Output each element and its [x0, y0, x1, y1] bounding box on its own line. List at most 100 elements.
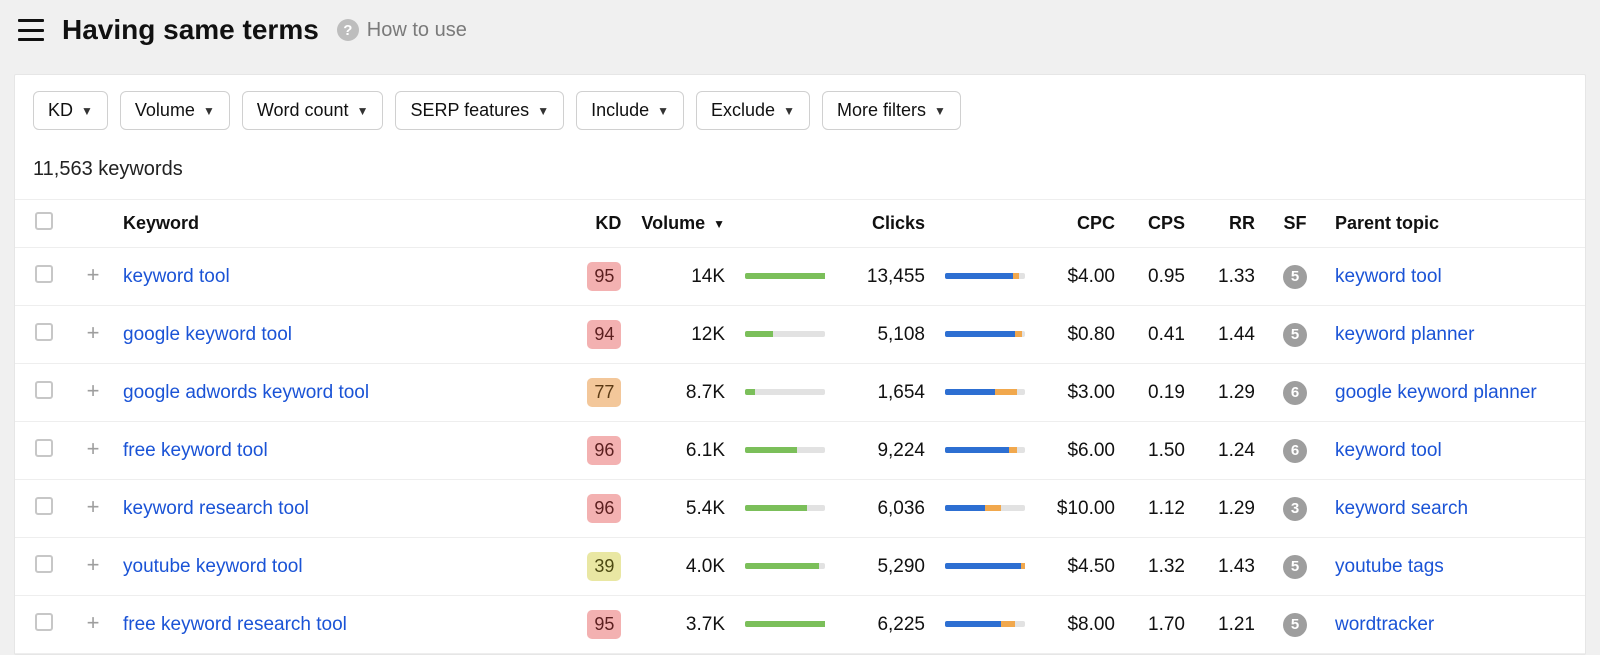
keyword-link[interactable]: youtube keyword tool — [123, 556, 303, 577]
clicks-value: 6,036 — [835, 480, 935, 538]
filter-label: KD — [48, 100, 73, 121]
kd-badge: 96 — [587, 436, 621, 465]
col-cps[interactable]: CPS — [1125, 200, 1195, 248]
row-checkbox[interactable] — [35, 497, 53, 515]
cpc-value: $6.00 — [1035, 422, 1125, 480]
parent-topic-link[interactable]: google keyword planner — [1335, 382, 1537, 403]
sf-badge: 6 — [1283, 439, 1307, 463]
col-keyword[interactable]: Keyword — [113, 200, 561, 248]
cps-value: 1.70 — [1125, 596, 1195, 654]
filter-label: Word count — [257, 100, 349, 121]
row-checkbox[interactable] — [35, 613, 53, 631]
chevron-down-icon: ▼ — [81, 104, 93, 118]
row-checkbox[interactable] — [35, 555, 53, 573]
how-to-use-link[interactable]: ? How to use — [337, 19, 467, 42]
rr-value: 1.29 — [1195, 364, 1265, 422]
expand-icon[interactable]: + — [83, 613, 103, 633]
keyword-link[interactable]: google keyword tool — [123, 324, 292, 345]
clicks-bar — [945, 447, 1025, 453]
volume-value: 12K — [631, 306, 735, 364]
chevron-down-icon: ▼ — [537, 104, 549, 118]
col-clicks[interactable]: Clicks — [835, 200, 935, 248]
table-row: + free keyword research tool 95 3.7K 6,2… — [15, 596, 1585, 654]
page-title: Having same terms — [62, 14, 319, 46]
filter-label: SERP features — [410, 100, 529, 121]
cps-value: 0.41 — [1125, 306, 1195, 364]
col-cpc[interactable]: CPC — [1035, 200, 1125, 248]
parent-topic-link[interactable]: keyword tool — [1335, 440, 1442, 461]
kd-badge: 94 — [587, 320, 621, 349]
volume-value: 5.4K — [631, 480, 735, 538]
expand-icon[interactable]: + — [83, 439, 103, 459]
keyword-link[interactable]: keyword tool — [123, 266, 230, 287]
expand-icon[interactable]: + — [83, 265, 103, 285]
filter-volume[interactable]: Volume ▼ — [120, 91, 230, 130]
sf-badge: 6 — [1283, 381, 1307, 405]
select-all-checkbox[interactable] — [35, 212, 53, 230]
cpc-value: $3.00 — [1035, 364, 1125, 422]
filter-more-filters[interactable]: More filters ▼ — [822, 91, 961, 130]
keyword-link[interactable]: google adwords keyword tool — [123, 382, 369, 403]
col-kd[interactable]: KD — [561, 200, 631, 248]
expand-icon[interactable]: + — [83, 555, 103, 575]
volume-bar — [745, 331, 825, 337]
clicks-bar — [945, 563, 1025, 569]
cps-value: 1.32 — [1125, 538, 1195, 596]
clicks-value: 1,654 — [835, 364, 935, 422]
cps-value: 0.95 — [1125, 248, 1195, 306]
cpc-value: $10.00 — [1035, 480, 1125, 538]
volume-value: 14K — [631, 248, 735, 306]
parent-topic-link[interactable]: youtube tags — [1335, 556, 1444, 577]
col-parent[interactable]: Parent topic — [1325, 200, 1585, 248]
clicks-bar — [945, 273, 1025, 279]
how-to-use-label: How to use — [367, 19, 467, 42]
expand-icon[interactable]: + — [83, 497, 103, 517]
rr-value: 1.33 — [1195, 248, 1265, 306]
filter-word-count[interactable]: Word count▼ — [242, 91, 384, 130]
cpc-value: $4.50 — [1035, 538, 1125, 596]
volume-bar — [745, 389, 825, 395]
filter-include[interactable]: Include▼ — [576, 91, 684, 130]
cpc-value: $8.00 — [1035, 596, 1125, 654]
row-checkbox[interactable] — [35, 439, 53, 457]
parent-topic-link[interactable]: keyword tool — [1335, 266, 1442, 287]
keyword-link[interactable]: free keyword research tool — [123, 614, 347, 635]
filter-label: More filters — [837, 100, 926, 121]
volume-bar — [745, 273, 825, 279]
parent-topic-link[interactable]: wordtracker — [1335, 614, 1434, 635]
filter-serp-features[interactable]: SERP features ▼ — [395, 91, 564, 130]
chevron-down-icon: ▼ — [203, 104, 215, 118]
row-checkbox[interactable] — [35, 381, 53, 399]
chevron-down-icon: ▼ — [783, 104, 795, 118]
kd-badge: 39 — [587, 552, 621, 581]
kd-badge: 95 — [587, 610, 621, 639]
menu-icon[interactable] — [18, 19, 44, 41]
row-checkbox[interactable] — [35, 323, 53, 341]
keyword-link[interactable]: free keyword tool — [123, 440, 268, 461]
col-volume[interactable]: Volume▼ — [631, 200, 735, 248]
clicks-value: 6,225 — [835, 596, 935, 654]
parent-topic-link[interactable]: keyword search — [1335, 498, 1468, 519]
cps-value: 1.50 — [1125, 422, 1195, 480]
table-row: + keyword research tool 96 5.4K 6,036 $1… — [15, 480, 1585, 538]
volume-value: 4.0K — [631, 538, 735, 596]
table-row: + free keyword tool 96 6.1K 9,224 $6.00 … — [15, 422, 1585, 480]
cps-value: 0.19 — [1125, 364, 1195, 422]
kd-badge: 96 — [587, 494, 621, 523]
keyword-link[interactable]: keyword research tool — [123, 498, 309, 519]
expand-icon[interactable]: + — [83, 323, 103, 343]
expand-icon[interactable]: + — [83, 381, 103, 401]
chevron-down-icon: ▼ — [934, 104, 946, 118]
sf-badge: 5 — [1283, 323, 1307, 347]
col-rr[interactable]: RR — [1195, 200, 1265, 248]
filter-exclude[interactable]: Exclude▼ — [696, 91, 810, 130]
filter-kd[interactable]: KD ▼ — [33, 91, 108, 130]
rr-value: 1.21 — [1195, 596, 1265, 654]
col-sf[interactable]: SF — [1265, 200, 1325, 248]
parent-topic-link[interactable]: keyword planner — [1335, 324, 1474, 345]
filter-label: Volume — [135, 100, 195, 121]
keywords-table: Keyword KD Volume▼ Clicks CPC CPS RR SF … — [15, 199, 1585, 654]
table-row: + google keyword tool 94 12K 5,108 $0.80… — [15, 306, 1585, 364]
row-checkbox[interactable] — [35, 265, 53, 283]
clicks-value: 5,290 — [835, 538, 935, 596]
